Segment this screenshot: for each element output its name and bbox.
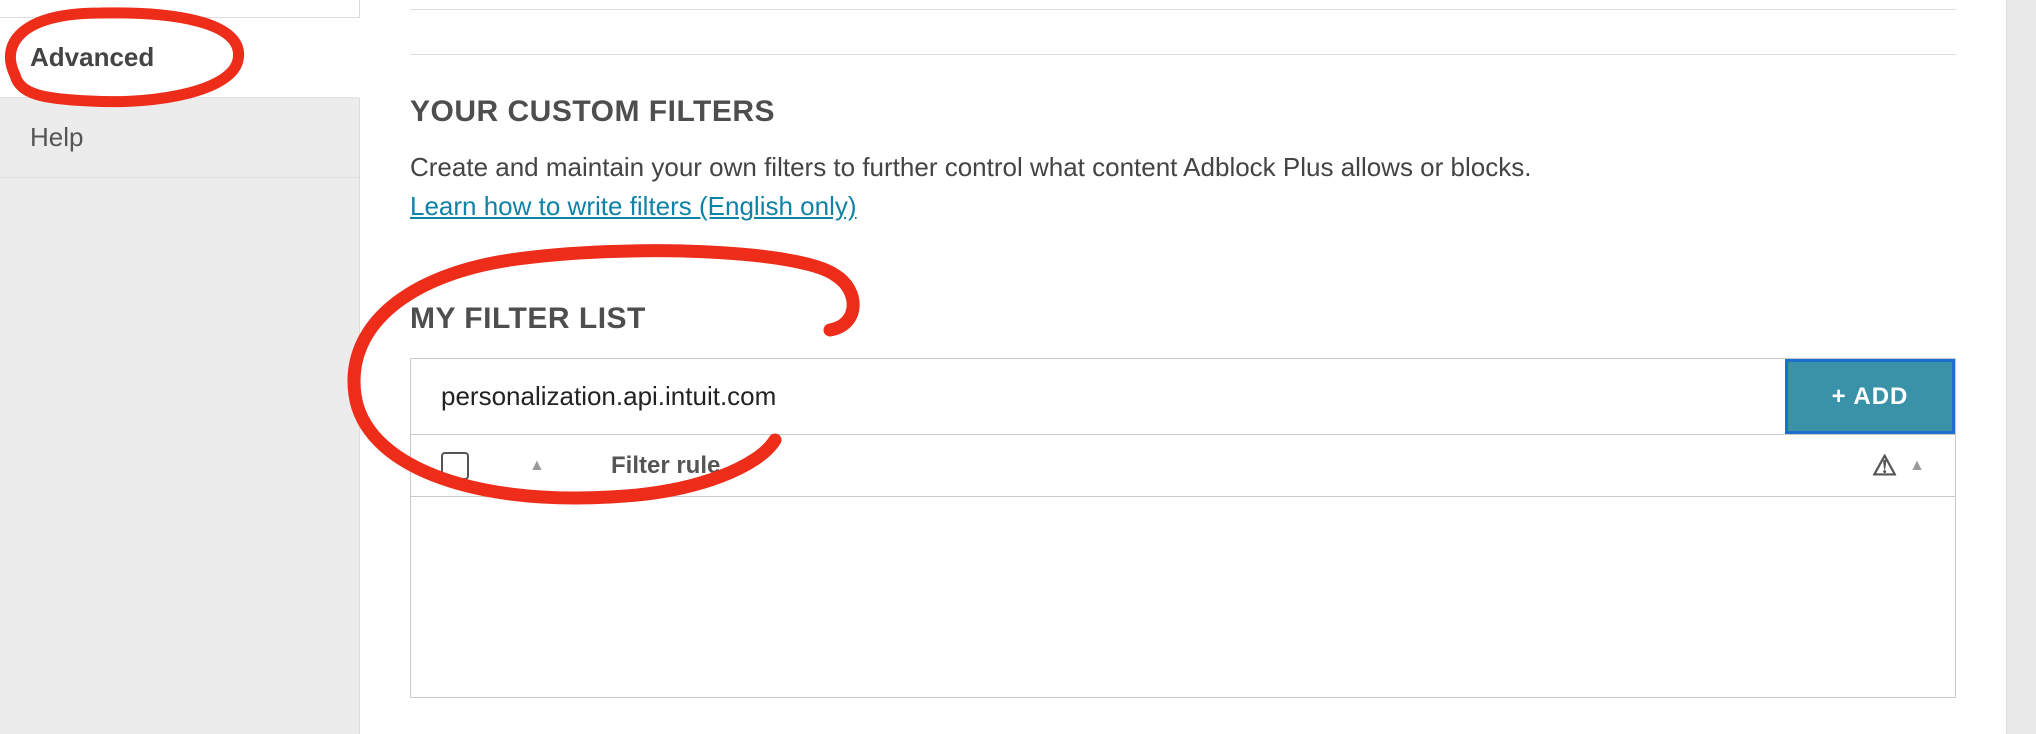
add-filter-button[interactable]: + ADD [1785, 359, 1955, 434]
sidebar-item-help[interactable]: Help [0, 98, 359, 178]
filter-table-header: ▲ Filter rule ▲ ⚠ ▲ [411, 435, 1955, 497]
top-divider-stub [410, 0, 1956, 10]
warning-header[interactable]: ⚠ ▲ [1845, 449, 1925, 482]
filter-rule-header-label: Filter rule [611, 452, 720, 480]
filter-rule-header[interactable]: Filter rule ▲ [611, 452, 1825, 480]
my-filter-list-section: MY FILTER LIST + ADD ▲ Filter rule ▲ [410, 302, 1956, 698]
sidebar-item-advanced[interactable]: Advanced [0, 18, 360, 98]
filter-add-row: + ADD [411, 359, 1955, 435]
filter-table-body [411, 497, 1955, 697]
select-all-cell: ▲ [441, 452, 591, 480]
sidebar: Advanced Help [0, 0, 360, 734]
filter-input[interactable] [411, 359, 1785, 434]
right-edge-scroll-gutter [2006, 0, 2036, 734]
learn-filters-link[interactable]: Learn how to write filters (English only… [410, 191, 857, 221]
filter-panel: + ADD ▲ Filter rule ▲ ⚠ ▲ [410, 358, 1956, 698]
warning-sort-icon: ▲ [1909, 457, 1925, 475]
my-filter-list-title: MY FILTER LIST [410, 302, 1956, 336]
select-all-checkbox[interactable] [441, 452, 469, 480]
custom-filters-description: Create and maintain your own filters to … [410, 149, 1956, 185]
warning-icon: ⚠ [1872, 449, 1897, 482]
rule-sort-icon: ▲ [730, 457, 746, 475]
section-divider [410, 54, 1956, 55]
custom-filters-section: YOUR CUSTOM FILTERS Create and maintain … [410, 95, 1956, 222]
checkbox-sort-icon[interactable]: ▲ [529, 457, 545, 475]
main-content: YOUR CUSTOM FILTERS Create and maintain … [360, 0, 2006, 734]
sidebar-top-stub [0, 0, 359, 18]
custom-filters-title: YOUR CUSTOM FILTERS [410, 95, 1956, 129]
